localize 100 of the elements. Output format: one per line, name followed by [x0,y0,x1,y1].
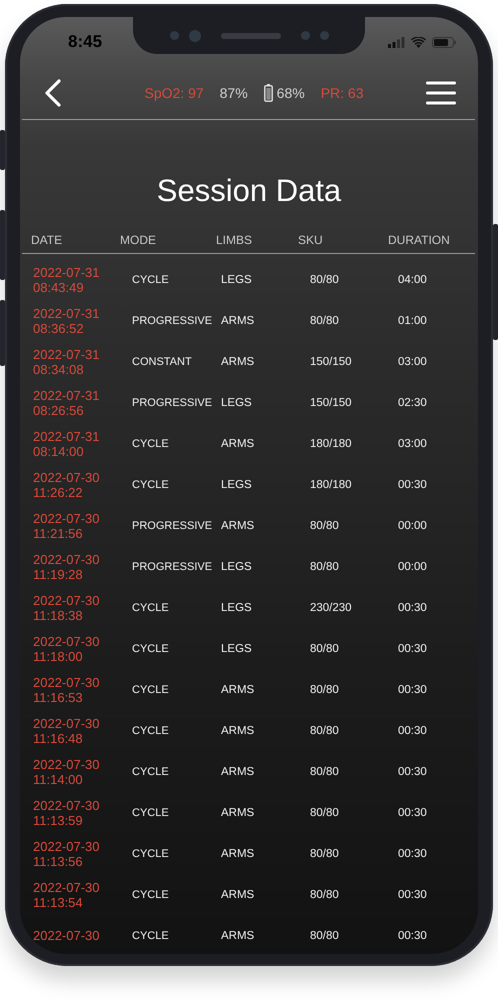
table-cell-text: 03:00 [397,438,428,450]
table-cell-text: CYCLE [131,848,170,860]
table-cell-text: ARMS [220,356,256,368]
table-cell-text: CYCLE [131,888,170,900]
table-cell-text: CYCLE [131,602,170,614]
table-cell-text: 00:30 [397,766,428,778]
table-cell-text: ARMS [220,724,256,736]
back-button[interactable] [44,79,62,107]
vital-reading: PR: 63 [320,85,364,101]
table-cell-text: CYCLE [131,806,170,818]
date-cell-text: 2022-07-30 11:13:56 [32,838,100,868]
date-cell-text: 2022-07-30 11:13:59 [32,798,100,828]
date-cell-text: 2022-07-30 11:18:38 [32,592,100,622]
table-cell-text: CYCLE [131,642,170,654]
table-cell-text: CYCLE [131,684,170,696]
column-header: DURATION [388,232,451,248]
column-header: DATE [30,232,64,248]
table-cell-text: CYCLE [131,930,170,942]
date-cell-text: 2022-07-30 11:16:48 [32,716,100,746]
table-cell-text: 180/180 [309,478,353,490]
table-cell-text: LEGS [220,560,253,572]
column-header: MODE [120,232,157,248]
table-cell-text: ARMS [220,314,256,326]
signal-icon [388,36,405,48]
table-cell-text: LEGS [220,396,253,408]
table-cell-text: PROGRESSIVE [131,314,214,326]
table-cell-text: 00:30 [397,478,428,490]
table-cell-text: 04:00 [397,274,428,286]
date-cell-text: 2022-07-30 [32,928,100,943]
table-cell-text: 180/180 [309,438,353,450]
table-cell-text: 00:30 [397,684,428,696]
table-cell-text: LEGS [220,602,253,614]
table-cell-text: 00:30 [397,930,428,942]
status-time: 8:45 [68,32,102,52]
table-cell-text: CONSTANT [131,356,193,368]
menu-button[interactable] [426,81,456,105]
table-cell-text: PROGRESSIVE [131,396,214,408]
table-cell-text: ARMS [220,520,256,532]
table-cell-text: 80/80 [309,684,340,696]
table-cell-text: 80/80 [309,766,340,778]
wifi-icon [411,36,426,48]
date-cell-text: 2022-07-30 11:26:22 [32,470,100,500]
date-cell-text: 2022-07-31 08:43:49 [32,264,100,294]
table-cell-text: 80/80 [309,642,340,654]
date-cell-text: 2022-07-30 11:18:00 [32,634,100,664]
table-cell-text: CYCLE [131,438,170,450]
column-header: LIMBS [216,232,254,248]
table-cell-text: 80/80 [309,888,340,900]
table-cell-text: 00:30 [397,806,428,818]
table-cell-text: ARMS [220,930,256,942]
table-cell-text: 80/80 [309,848,340,860]
date-cell-text: 2022-07-30 11:14:00 [32,756,100,786]
date-cell-text: 2022-07-31 08:36:52 [32,306,100,336]
battery-reading: 68% [276,85,305,101]
date-cell-text: 2022-07-30 11:19:28 [32,552,100,582]
battery-icon [432,36,456,48]
table-cell-text: 00:00 [397,560,428,572]
date-cell-text: 2022-07-31 08:34:08 [32,346,100,376]
table-cell-text: 00:30 [397,602,428,614]
table-cell-text: 03:00 [397,356,428,368]
table-cell-text: 00:30 [397,642,428,654]
table-cell-text: 00:00 [397,520,428,532]
table-cell-text: 02:30 [397,396,428,408]
table-cell-text: PROGRESSIVE [131,520,214,532]
table-cell-text: ARMS [220,888,256,900]
table-cell-text: ARMS [220,766,256,778]
table-cell-text: ARMS [220,806,256,818]
table-cell-text: CYCLE [131,724,170,736]
table-cell-text: 80/80 [309,930,340,942]
table-cell-text: 230/230 [309,602,353,614]
table-cell-text: 80/80 [309,314,340,326]
table-cell-text: 00:30 [397,888,428,900]
table-cell-text: LEGS [220,274,253,286]
table-cell-text: ARMS [220,684,256,696]
table-cell-text: 80/80 [309,724,340,736]
date-cell-text: 2022-07-30 11:21:56 [32,510,100,540]
table-cell-text: CYCLE [131,478,170,490]
table-cell-text: CYCLE [131,274,170,286]
table-cell-text: 150/150 [309,356,353,368]
table-cell-text: 150/150 [309,396,353,408]
table-cell-text: 80/80 [309,274,340,286]
column-header: SKU [298,232,324,248]
battery-reading: 87% [220,85,248,101]
table-cell-text: 00:30 [397,724,428,736]
table-cell-text: 01:00 [397,314,428,326]
table-cell-text: ARMS [220,848,256,860]
date-cell-text: 2022-07-31 08:14:00 [32,428,100,458]
battery-icon [264,84,273,102]
vital-reading: SpO2: 97 [144,85,204,101]
date-cell-text: 2022-07-30 11:16:53 [32,674,100,704]
table-cell-text: ARMS [220,438,256,450]
table-cell-text: 80/80 [309,560,340,572]
table-cell-text: CYCLE [131,766,170,778]
table-cell-text: 00:30 [397,848,428,860]
table-cell-text: 80/80 [309,806,340,818]
table-cell-text: 80/80 [309,520,340,532]
page-title: Session Data [156,173,342,209]
table-cell-text: LEGS [220,478,253,490]
date-cell-text: 2022-07-30 11:13:54 [32,880,100,910]
table-cell-text: LEGS [220,642,253,654]
